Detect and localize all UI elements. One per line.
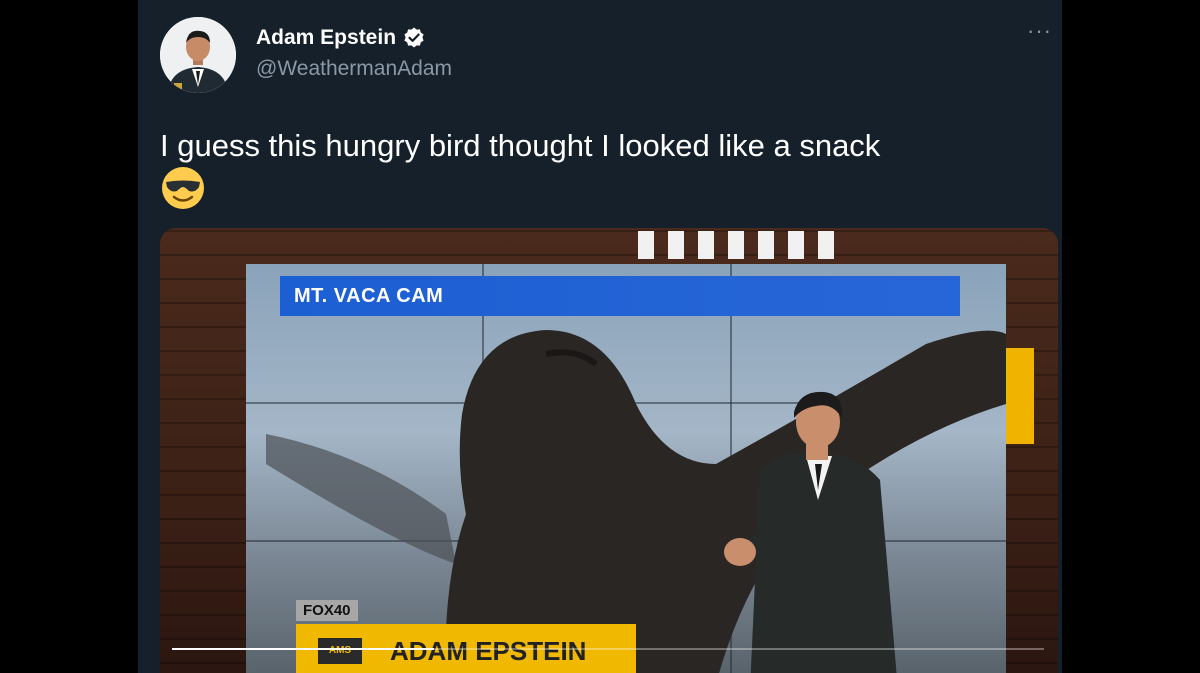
ams-logo: AMS: [318, 638, 362, 664]
tweet-text: I guess this hungry bird thought I looke…: [160, 128, 881, 163]
verified-badge-icon: [404, 27, 424, 48]
tweet-card: Adam Epstein @WeathermanAdam ··· I guess…: [138, 0, 1062, 673]
weatherman-figure: [724, 391, 897, 673]
cam-label-bar: MT. VACA CAM: [280, 276, 960, 316]
sunglasses-emoji-icon: [162, 167, 204, 209]
user-handle[interactable]: @WeathermanAdam: [256, 57, 452, 81]
video-player[interactable]: MT. VACA CAM FOX40 AMS ADAM EPSTEIN: [160, 228, 1058, 673]
video-progress-fill: [172, 648, 434, 650]
avatar-photo: [160, 17, 236, 93]
display-name[interactable]: Adam Epstein: [256, 26, 426, 50]
avatar[interactable]: [160, 17, 236, 93]
cam-label: MT. VACA CAM: [294, 285, 444, 307]
display-name-text[interactable]: Adam Epstein: [256, 26, 396, 50]
ceiling-lights: [638, 231, 834, 259]
lower-third-name: ADAM EPSTEIN: [390, 636, 587, 666]
station-label: FOX40: [296, 600, 358, 621]
video-progress-bar[interactable]: [172, 648, 1044, 650]
more-options-icon[interactable]: ···: [1027, 18, 1052, 44]
